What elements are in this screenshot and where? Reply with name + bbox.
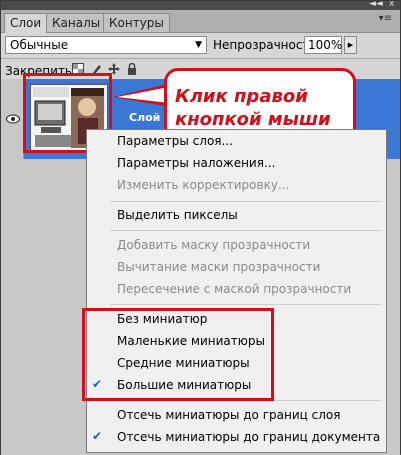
menu-item-clip-to-document-bounds[interactable]: Отсечь миниатюры до границ документа xyxy=(117,430,380,444)
menu-divider xyxy=(110,201,381,202)
menu-item-select-pixels[interactable]: Выделить пикселы xyxy=(117,208,238,222)
menu-item-add-transparency-mask: Добавить маску прозрачности xyxy=(117,238,311,252)
menu-item-edit-adjustment: Изменить корректировку... xyxy=(117,178,290,192)
callout-line-2: кнопкой мыши xyxy=(175,109,331,130)
layers-panel: ◄◄ x Слои Каналы Контуры ▾≡ Обычные ▼ Не… xyxy=(0,0,401,455)
callout-line-1: Клик правой xyxy=(175,86,308,107)
thumbnail-options-highlight xyxy=(82,308,274,401)
menu-item-subtract-transparency-mask: Вычитание маски прозрачности xyxy=(117,260,321,274)
menu-divider xyxy=(110,230,381,231)
menu-item-intersect-transparency-mask: Пересечение с маской прозрачности xyxy=(117,282,352,296)
callout-text: Клик правой кнопкой мыши xyxy=(175,85,335,131)
menu-item-blending-options[interactable]: Параметры наложения... xyxy=(117,156,275,170)
menu-item-clip-to-layer-bounds[interactable]: Отсечь миниатюры до границ слоя xyxy=(117,408,340,422)
check-icon: ✔ xyxy=(92,429,103,443)
menu-divider xyxy=(110,304,381,305)
menu-item-layer-properties[interactable]: Параметры слоя... xyxy=(117,134,233,148)
